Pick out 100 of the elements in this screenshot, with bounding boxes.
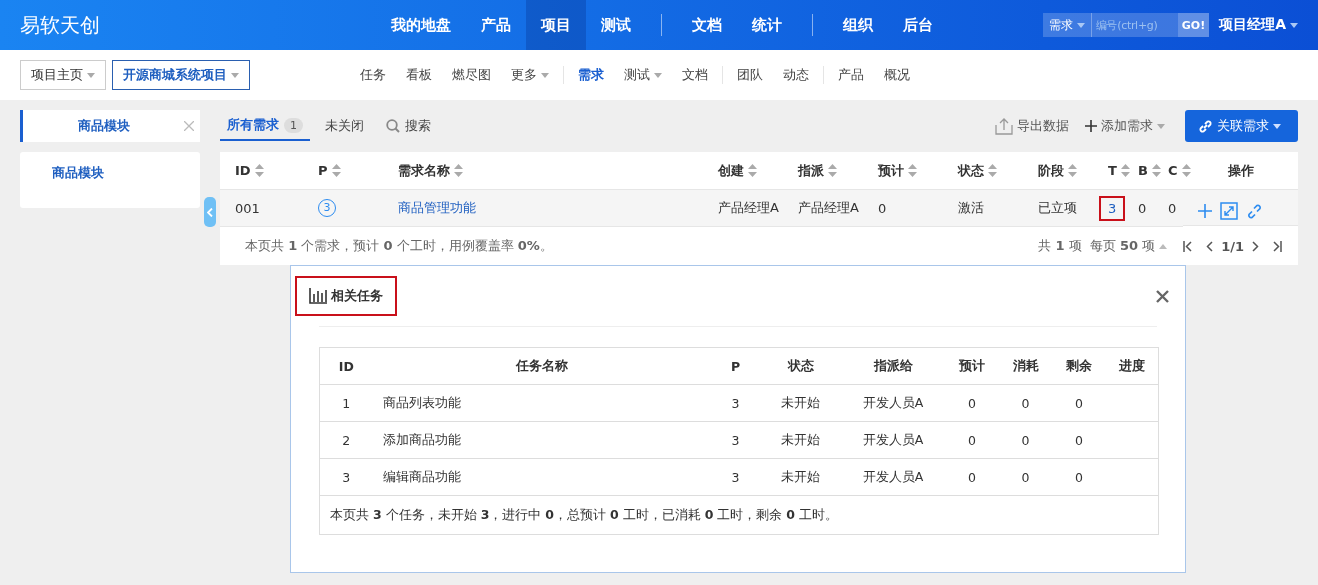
page-indicator: 1/1 <box>1221 238 1244 254</box>
menu-item[interactable]: 团队 <box>727 66 773 84</box>
column-header[interactable]: 需求名称 <box>398 161 463 180</box>
nav-item[interactable]: 组织 <box>828 0 888 50</box>
menu-item[interactable]: 文档 <box>672 66 718 84</box>
column-header[interactable]: ID <box>235 163 264 178</box>
sort-icon <box>1120 164 1130 177</box>
table-cell: 0 <box>968 395 976 411</box>
plus-icon <box>1198 204 1212 218</box>
sort-icon <box>908 164 917 177</box>
column-header[interactable]: T <box>1108 163 1130 178</box>
column-header[interactable]: P <box>318 163 341 178</box>
plus-icon <box>1085 120 1097 132</box>
sort-icon <box>1151 164 1161 177</box>
caret-icon <box>1157 123 1165 129</box>
menu-item[interactable]: 更多 <box>501 66 559 84</box>
caret-icon <box>1290 22 1298 28</box>
table-cell: 开发人员A <box>862 431 924 447</box>
column-header[interactable]: 预计 <box>878 161 917 180</box>
nav-item[interactable]: 文档 <box>677 0 737 50</box>
caret-icon <box>87 72 95 78</box>
column-header: 状态 <box>787 357 814 373</box>
close-button[interactable] <box>1156 289 1169 303</box>
column-header[interactable]: 操作 <box>1227 161 1254 180</box>
table-cell: 开发人员A <box>862 468 924 484</box>
close-icon <box>184 121 194 131</box>
column-header[interactable]: B <box>1138 163 1161 178</box>
table-cell: 0 <box>1021 469 1030 485</box>
page-size-dropdown[interactable]: 每页 50 项 <box>1089 237 1168 255</box>
column-header: 进度 <box>1118 357 1145 373</box>
table-cell: 3 <box>731 395 740 411</box>
breadcrumb[interactable]: 项目主页 <box>20 60 106 90</box>
filter-tab[interactable]: 所有需求 1 <box>220 111 310 141</box>
nav-item[interactable]: 测试 <box>586 0 646 50</box>
menu-item[interactable]: 燃尽图 <box>442 66 501 84</box>
table-cell: 2 <box>342 432 351 448</box>
column-header[interactable]: 创建 <box>718 161 757 180</box>
story-link[interactable]: 商品管理功能 <box>398 200 476 215</box>
table-summary: 本页共 1 个需求，预计 0 个工时，用例覆盖率 0%。 <box>245 237 553 255</box>
nav-item[interactable]: 后台 <box>888 0 948 50</box>
add-button[interactable]: 添加需求 <box>1085 110 1169 142</box>
menu-item[interactable]: 看板 <box>396 66 442 84</box>
task-count-link[interactable]: 3 <box>1099 195 1126 221</box>
caret-icon <box>1273 123 1281 129</box>
collapse-handle[interactable] <box>204 197 216 227</box>
nav-item[interactable]: 产品 <box>466 0 526 50</box>
split-action[interactable] <box>1220 202 1238 220</box>
nav-item[interactable]: 统计 <box>737 0 797 50</box>
nav-item[interactable]: 我的地盘 <box>376 0 466 50</box>
link-button[interactable]: 关联需求 <box>1185 110 1298 142</box>
next-page-icon <box>1250 240 1260 252</box>
sort-icon <box>1068 164 1077 177</box>
bar-chart-icon <box>309 288 327 304</box>
column-header[interactable]: 阶段 <box>1038 161 1077 180</box>
column-header[interactable]: C <box>1168 163 1191 178</box>
export-icon <box>995 117 1013 135</box>
close-icon <box>1156 289 1169 303</box>
menu-item[interactable]: 任务 <box>350 66 396 84</box>
table-cell: 未开始 <box>781 394 820 410</box>
table-cell: 3 <box>342 469 351 485</box>
table-cell: 商品列表功能 <box>382 394 461 410</box>
menu-item[interactable]: 产品 <box>828 66 874 84</box>
table-cell: 0 <box>1021 432 1030 448</box>
search-icon <box>386 119 400 133</box>
tree-item[interactable]: 商品模块 <box>52 165 104 180</box>
logo: 易软天创 <box>19 11 101 39</box>
table-cell: 1 <box>342 395 351 411</box>
breadcrumb[interactable]: 开源商城系统项目 <box>112 60 250 90</box>
column-header[interactable]: 指派 <box>798 161 837 180</box>
export-button[interactable]: 导出数据 <box>995 110 1069 142</box>
module-tab[interactable]: 商品模块 <box>20 110 200 142</box>
menu-item[interactable]: 概况 <box>874 66 920 84</box>
add-action[interactable] <box>1198 204 1212 218</box>
table-cell: 3 <box>731 469 740 485</box>
nav-item[interactable]: 项目 <box>526 0 586 50</box>
table-summary: 本页共 3 个任务，未开始 3，进行中 0，总预计 0 工时，已消耗 0 工时，剩余 0 工时。 <box>330 506 838 522</box>
first-page-icon <box>1183 240 1194 252</box>
prev-page-icon <box>1205 240 1216 252</box>
module-tab-label: 商品模块 <box>76 117 131 135</box>
filter-tab[interactable]: 未关闭 <box>318 111 371 141</box>
table-cell: 开发人员A <box>862 394 924 410</box>
menu-item[interactable]: 动态 <box>773 66 819 84</box>
table-cell: 激活 <box>958 200 984 215</box>
column-header: 消耗 <box>1012 357 1039 373</box>
search-link[interactable]: 搜索 <box>379 111 438 141</box>
caret-icon <box>541 72 549 78</box>
menu-item[interactable]: 测试 <box>614 66 672 84</box>
user-menu[interactable]: 项目经理A <box>1219 16 1298 34</box>
table-cell: 未开始 <box>781 431 820 447</box>
type-dropdown[interactable]: 需求 <box>1042 13 1092 37</box>
unlink-action[interactable] <box>1246 202 1263 220</box>
table-cell: 编辑商品功能 <box>382 468 461 484</box>
last-page-icon <box>1272 240 1282 252</box>
table-cell: 0 <box>1138 200 1147 216</box>
menu-item[interactable]: 需求 <box>568 66 614 84</box>
sort-icon <box>454 164 463 177</box>
caret-icon <box>1076 22 1085 28</box>
table-cell: 0 <box>1075 469 1083 485</box>
column-header[interactable]: 状态 <box>958 161 997 180</box>
caret-icon <box>654 72 662 78</box>
